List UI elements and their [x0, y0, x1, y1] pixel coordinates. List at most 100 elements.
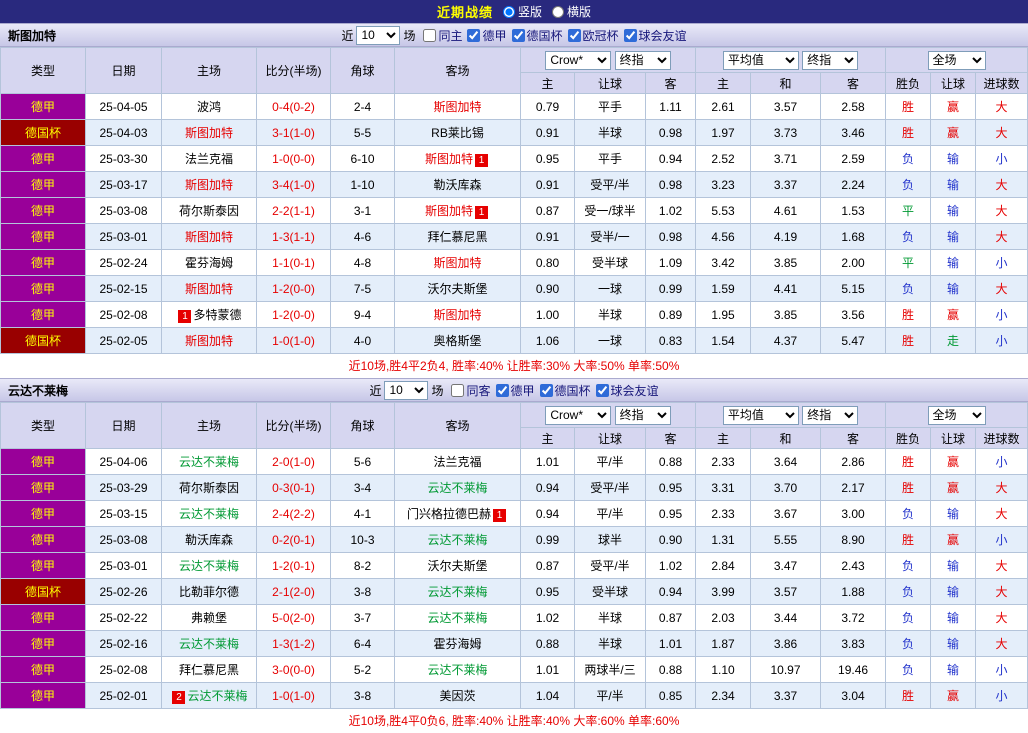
away-team-cell[interactable]: 云达不莱梅	[394, 578, 521, 605]
home-team-cell[interactable]: 云达不莱梅	[161, 448, 257, 475]
away-team-cell[interactable]: 奥格斯堡	[394, 327, 521, 354]
team-name-text[interactable]: 霍芬海姆	[185, 256, 233, 270]
filter-checkbox-input[interactable]	[623, 28, 637, 42]
home-team-cell[interactable]: 云达不莱梅	[161, 500, 257, 527]
match-score[interactable]: 2-1(2-0)	[256, 578, 331, 605]
away-team-cell[interactable]: 云达不莱梅	[394, 526, 521, 553]
filter-checkbox[interactable]: 德国杯	[539, 382, 591, 399]
team-name-text[interactable]: 云达不莱梅	[427, 533, 487, 547]
filter-checkbox-input[interactable]	[451, 383, 465, 397]
team-name-text[interactable]: 云达不莱梅	[427, 663, 487, 677]
match-score[interactable]: 1-0(1-0)	[256, 327, 331, 354]
home-team-cell[interactable]: 斯图加特	[161, 223, 257, 250]
home-team-cell[interactable]: 荷尔斯泰因	[161, 197, 257, 224]
match-score[interactable]: 1-2(0-0)	[256, 301, 331, 328]
match-score[interactable]: 3-4(1-0)	[256, 171, 331, 198]
team-name-text[interactable]: 斯图加特	[433, 100, 481, 114]
match-score[interactable]: 3-1(1-0)	[256, 119, 331, 146]
home-team-cell[interactable]: 法兰克福	[161, 145, 257, 172]
team-name-text[interactable]: 沃尔夫斯堡	[427, 559, 487, 573]
filter-checkbox[interactable]: 同主	[423, 27, 462, 44]
team-name-text[interactable]: 门兴格拉德巴赫	[407, 507, 491, 521]
horizontal-layout-radio[interactable]	[552, 5, 564, 18]
avg-odds-type-select[interactable]: 终指	[802, 50, 859, 70]
team-name-text[interactable]: 斯图加特	[185, 282, 233, 296]
team-name-text[interactable]: 云达不莱梅	[427, 481, 487, 495]
away-team-cell[interactable]: 美因茨	[394, 682, 521, 709]
team-name-text[interactable]: 拜仁慕尼黑	[427, 230, 487, 244]
team-name-text[interactable]: 云达不莱梅	[179, 559, 239, 573]
away-team-cell[interactable]: 霍芬海姆	[394, 630, 521, 657]
team-name-text[interactable]: 云达不莱梅	[187, 689, 247, 703]
team-name-text[interactable]: 斯图加特	[185, 126, 233, 140]
away-team-cell[interactable]: 斯图加特	[394, 301, 521, 328]
filter-checkbox-input[interactable]	[495, 383, 509, 397]
bookmaker-select[interactable]: Crow*	[545, 50, 612, 70]
team-name-text[interactable]: 多特蒙德	[193, 308, 241, 322]
scope-select[interactable]: 全场	[927, 405, 986, 425]
layout-option-vertical[interactable]: 竖版	[502, 3, 542, 20]
match-score[interactable]: 1-1(0-1)	[256, 249, 331, 276]
avg-odds-select[interactable]: 平均值	[722, 50, 799, 70]
away-team-cell[interactable]: 云达不莱梅	[394, 604, 521, 631]
away-team-cell[interactable]: RB莱比锡	[394, 119, 521, 146]
team-name-text[interactable]: 云达不莱梅	[179, 455, 239, 469]
match-score[interactable]: 0-3(0-1)	[256, 474, 331, 501]
filter-checkbox-input[interactable]	[423, 28, 437, 42]
filter-checkbox-input[interactable]	[595, 383, 609, 397]
match-score[interactable]: 1-2(0-0)	[256, 275, 331, 302]
team-name-text[interactable]: 弗赖堡	[191, 611, 227, 625]
scope-select[interactable]: 全场	[927, 50, 986, 70]
match-score[interactable]: 1-3(1-1)	[256, 223, 331, 250]
team-name-text[interactable]: 斯图加特	[185, 178, 233, 192]
vertical-layout-radio[interactable]	[502, 5, 515, 18]
home-team-cell[interactable]: 比勒菲尔德	[161, 578, 257, 605]
away-team-cell[interactable]: 拜仁慕尼黑	[394, 223, 521, 250]
filter-checkbox-input[interactable]	[539, 383, 553, 397]
team-name-text[interactable]: 斯图加特	[185, 334, 233, 348]
away-team-cell[interactable]: 沃尔夫斯堡	[394, 275, 521, 302]
team-name-text[interactable]: 斯图加特	[433, 256, 481, 270]
filter-checkbox-input[interactable]	[511, 28, 525, 42]
filter-checkbox-input[interactable]	[467, 28, 481, 42]
home-team-cell[interactable]: 云达不莱梅	[161, 552, 257, 579]
team-name-text[interactable]: 云达不莱梅	[179, 637, 239, 651]
match-score[interactable]: 5-0(2-0)	[256, 604, 331, 631]
team-name-text[interactable]: 斯图加特	[185, 230, 233, 244]
home-team-cell[interactable]: 斯图加特	[161, 327, 257, 354]
team-name-text[interactable]: 勒沃库森	[433, 178, 481, 192]
filter-checkbox-input[interactable]	[567, 28, 581, 42]
away-team-cell[interactable]: 斯图加特 1	[394, 197, 521, 224]
team-name-text[interactable]: 荷尔斯泰因	[179, 481, 239, 495]
home-team-cell[interactable]: 斯图加特	[161, 171, 257, 198]
avg-odds-select[interactable]: 平均值	[722, 405, 799, 425]
away-team-cell[interactable]: 法兰克福	[394, 448, 521, 475]
filter-checkbox[interactable]: 德甲	[467, 27, 507, 44]
filter-checkbox[interactable]: 同客	[451, 382, 491, 399]
away-team-cell[interactable]: 斯图加特 1	[394, 145, 521, 172]
team-name-text[interactable]: 拜仁慕尼黑	[179, 663, 239, 677]
match-score[interactable]: 2-4(2-2)	[256, 500, 331, 527]
away-team-cell[interactable]: 沃尔夫斯堡	[394, 552, 521, 579]
team-name-text[interactable]: 法兰克福	[185, 152, 233, 166]
away-team-cell[interactable]: 门兴格拉德巴赫 1	[394, 500, 521, 527]
match-score[interactable]: 1-3(1-2)	[256, 630, 331, 657]
filter-checkbox[interactable]: 球会友谊	[623, 27, 687, 44]
match-score[interactable]: 2-0(1-0)	[256, 448, 331, 475]
away-team-cell[interactable]: 云达不莱梅	[394, 656, 521, 683]
home-team-cell[interactable]: 霍芬海姆	[161, 249, 257, 276]
match-score[interactable]: 1-0(0-0)	[256, 145, 331, 172]
home-team-cell[interactable]: 弗赖堡	[161, 604, 257, 631]
away-team-cell[interactable]: 勒沃库森	[394, 171, 521, 198]
match-score[interactable]: 0-4(0-2)	[256, 93, 331, 120]
filter-checkbox[interactable]: 欧冠杯	[567, 27, 619, 44]
home-team-cell[interactable]: 波鸿	[161, 93, 257, 120]
home-team-cell[interactable]: 斯图加特	[161, 275, 257, 302]
team-name-text[interactable]: 云达不莱梅	[179, 507, 239, 521]
match-score[interactable]: 2-2(1-1)	[256, 197, 331, 224]
avg-odds-type-select[interactable]: 终指	[802, 405, 859, 425]
home-team-cell[interactable]: 拜仁慕尼黑	[161, 656, 257, 683]
team-name-text[interactable]: 勒沃库森	[185, 533, 233, 547]
team-name-text[interactable]: 荷尔斯泰因	[179, 204, 239, 218]
team-name-text[interactable]: 云达不莱梅	[427, 585, 487, 599]
